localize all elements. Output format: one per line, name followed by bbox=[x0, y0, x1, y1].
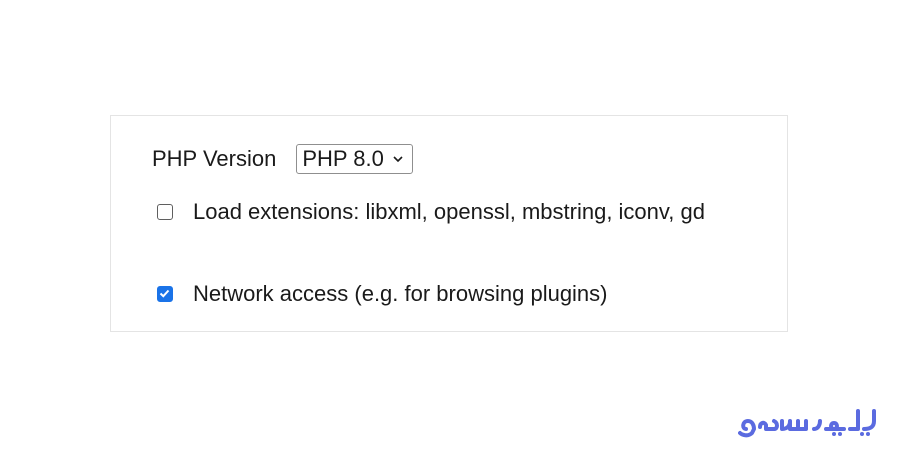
network-access-label: Network access (e.g. for browsing plugin… bbox=[193, 281, 608, 306]
load-extensions-label: Load extensions: libxml, openssl, mbstri… bbox=[193, 199, 705, 224]
network-access-checkbox[interactable] bbox=[157, 286, 173, 302]
php-version-select[interactable]: PHP 8.0 bbox=[296, 144, 413, 174]
php-version-row: PHP Version PHP 8.0 bbox=[152, 143, 413, 175]
load-extensions-checkbox[interactable] bbox=[157, 204, 173, 220]
chevron-down-icon bbox=[393, 156, 403, 163]
load-extensions-row: Load extensions: libxml, openssl, mbstri… bbox=[152, 196, 752, 227]
php-version-label: PHP Version bbox=[152, 146, 277, 171]
network-access-row: Network access (e.g. for browsing plugin… bbox=[152, 278, 752, 309]
brand-logo bbox=[738, 409, 876, 438]
php-version-selected-value: PHP 8.0 bbox=[302, 146, 384, 171]
checkmark-icon bbox=[159, 289, 170, 298]
settings-panel: PHP Version PHP 8.0 Load extensions: lib… bbox=[110, 115, 788, 332]
